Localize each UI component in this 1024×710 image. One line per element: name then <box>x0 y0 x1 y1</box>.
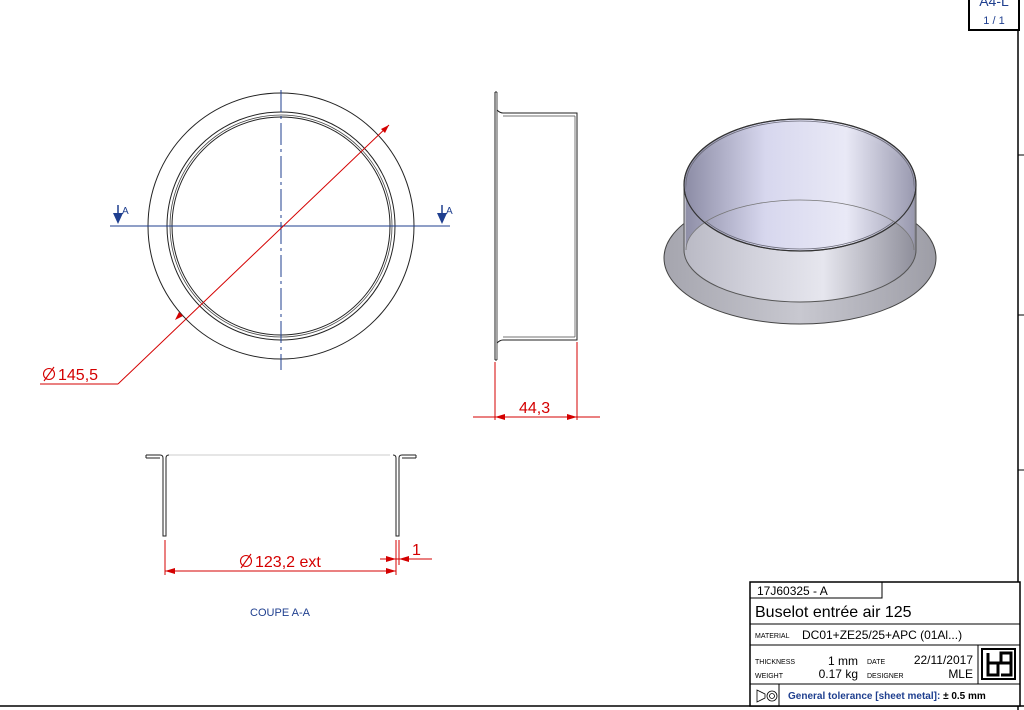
designer-label: DESIGNER <box>867 673 904 680</box>
diameter-symbol-inner <box>239 553 253 569</box>
diameter-symbol <box>42 366 56 382</box>
dim-outer-diameter: 145,5 <box>58 367 98 384</box>
dim-inner-diameter: 123,2 ext <box>255 554 321 571</box>
dim-height: 44,3 <box>519 400 550 417</box>
dim-thickness: 1 <box>412 542 421 559</box>
technical-drawing: A4-L 1 / 1 A A 145,5 44,3 123,2 ext 1 CO… <box>0 0 1024 710</box>
format-box: A4-L 1 / 1 <box>968 0 1020 31</box>
section-marker-left: A <box>122 206 129 217</box>
section-marker-right: A <box>446 206 453 217</box>
date-label: DATE <box>867 659 885 666</box>
section-caption: COUPE A-A <box>250 607 311 619</box>
weight-label: WEIGHT <box>755 673 784 680</box>
title-block: 17J60325 - A Buselot entrée air 125 MATE… <box>749 581 1021 707</box>
section-view: 123,2 ext 1 COUPE A-A <box>145 454 432 619</box>
part-title: Buselot entrée air 125 <box>755 604 912 621</box>
sheet-page: 1 / 1 <box>983 15 1004 27</box>
front-view: A A 145,5 <box>40 90 453 385</box>
date-value: 22/11/2017 <box>914 653 973 667</box>
weight-value: 0.17 kg <box>819 667 858 681</box>
material-label: MATERIAL <box>755 633 790 640</box>
diameter-leader <box>117 124 390 385</box>
material-value: DC01+ZE25/25+APC (01Al...) <box>802 628 962 642</box>
isometric-view <box>663 118 937 325</box>
thickness-label: THICKNESS <box>755 659 795 666</box>
part-number: 17J60325 - A <box>757 584 828 598</box>
tolerance-text: General tolerance [sheet metal]: ± 0.5 m… <box>788 691 986 702</box>
side-view: 44,3 <box>473 91 600 420</box>
sheet-format: A4-L <box>979 0 1009 9</box>
thickness-value: 1 mm <box>828 654 858 668</box>
designer-value: MLE <box>948 667 973 681</box>
